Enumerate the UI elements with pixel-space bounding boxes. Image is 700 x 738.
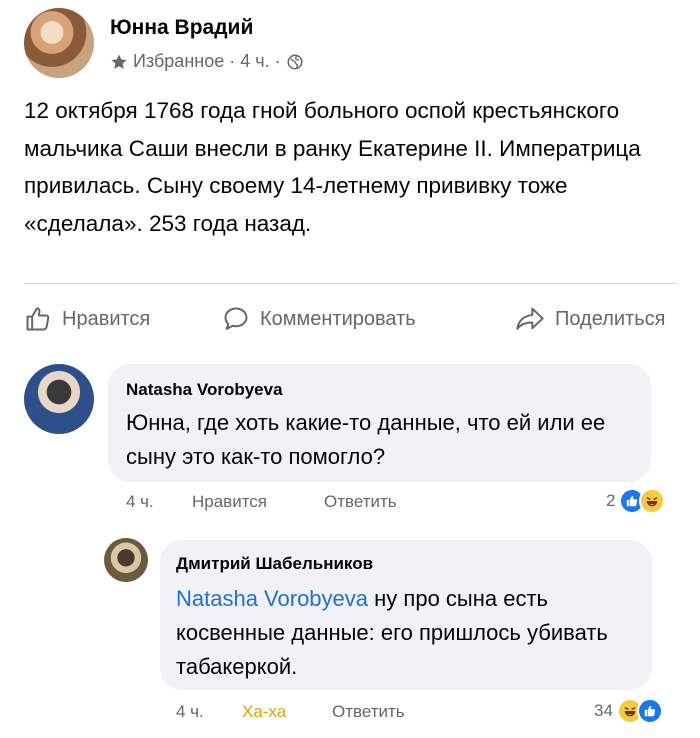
haha-reaction-icon (639, 488, 666, 514)
comment-time[interactable]: 4 ч. (126, 492, 154, 512)
globe-icon (286, 53, 304, 71)
share-button[interactable]: Поделиться (515, 296, 665, 342)
speech-bubble-icon (222, 305, 250, 333)
comment-text: Юнна, где хоть какие-то данные, что ей и… (126, 410, 606, 469)
comment-reply-link[interactable]: Ответить (324, 492, 397, 512)
share-arrow-icon (515, 305, 545, 333)
reactions-count: 34 (594, 701, 613, 720)
reply-time[interactable]: 4 ч. (176, 702, 204, 722)
comment-like-link[interactable]: Нравится (192, 492, 267, 512)
post-time[interactable]: 4 ч. (240, 51, 269, 72)
reply-actions: 4 ч. Ха-ха Ответить (176, 702, 476, 724)
comment-actions: 4 ч. Нравится Ответить (126, 492, 546, 514)
commenter-avatar[interactable] (24, 364, 94, 434)
post-header: Юнна Врадий Избранное · 4 ч. · (24, 8, 684, 78)
like-label: Нравится (62, 307, 151, 330)
comment-button[interactable]: Комментировать (222, 296, 416, 342)
share-label: Поделиться (555, 307, 666, 330)
reactions-count: 2 (606, 491, 616, 510)
reply-reactions[interactable]: 34 (594, 698, 663, 724)
divider (24, 283, 676, 284)
comment-author[interactable]: Natasha Vorobyeva (126, 380, 283, 400)
comment-label: Комментировать (260, 307, 416, 330)
reply-reply-link[interactable]: Ответить (332, 702, 405, 722)
like-reaction-icon (636, 698, 663, 724)
like-button[interactable]: Нравится (24, 296, 150, 342)
favorites-label[interactable]: Избранное (133, 51, 224, 72)
comments-section: Natasha Vorobyeva Юнна, где хоть какие-т… (0, 348, 700, 738)
reply-text: Natasha Vorobyeva ну про сына есть косве… (176, 582, 636, 684)
post-text: 12 октября 1768 года гной больного оспой… (24, 98, 641, 236)
post-action-bar: Нравится Комментировать Поделиться (0, 296, 700, 342)
author-avatar[interactable] (24, 8, 94, 78)
reply-avatar[interactable] (104, 538, 148, 582)
star-icon (110, 53, 128, 71)
reply-author[interactable]: Дмитрий Шабельников (176, 554, 373, 574)
meta-separator: · (229, 51, 236, 71)
mention-link[interactable]: Natasha Vorobyeva (176, 586, 368, 611)
post-meta: Избранное · 4 ч. · (110, 51, 304, 72)
author-name[interactable]: Юнна Врадий (110, 16, 253, 40)
reply-haha-link[interactable]: Ха-ха (242, 702, 286, 722)
thumbs-up-icon (24, 305, 52, 333)
comment-reactions[interactable]: 2 (606, 488, 666, 514)
meta-separator: · (274, 51, 281, 71)
